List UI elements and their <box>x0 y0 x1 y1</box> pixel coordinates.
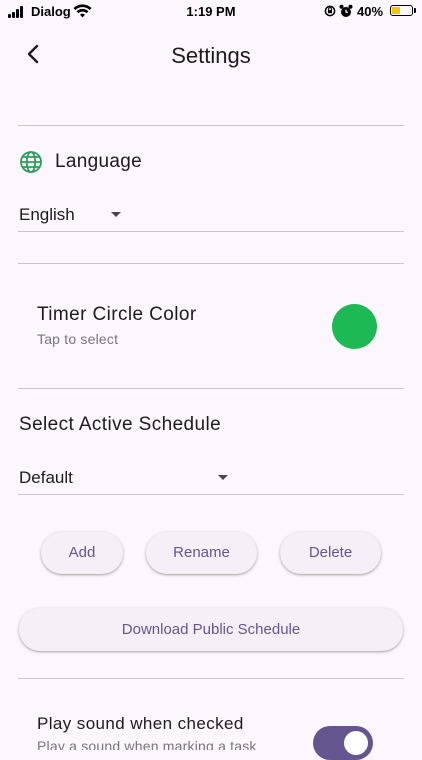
language-selected: English <box>19 205 75 224</box>
chevron-down-icon <box>111 212 121 217</box>
page-title: Settings <box>171 43 251 68</box>
schedule-title: Select Active Schedule <box>19 414 222 435</box>
delete-button[interactable]: Delete <box>280 532 381 574</box>
language-dropdown[interactable]: English <box>18 200 404 232</box>
globe-icon <box>20 151 42 173</box>
orientation-lock-icon <box>324 5 336 17</box>
divider <box>18 263 404 264</box>
sound-title: Play sound when checked <box>37 714 244 733</box>
battery-icon <box>390 5 413 16</box>
add-button[interactable]: Add <box>41 532 123 574</box>
status-bar: Dialog 1:19 PM 40% <box>0 0 422 24</box>
chevron-down-icon <box>218 475 228 480</box>
rename-button[interactable]: Rename <box>146 532 257 574</box>
timer-color-subtitle: Tap to select <box>37 331 119 347</box>
toggle-knob <box>344 731 368 755</box>
schedule-selected: Default <box>19 468 73 487</box>
sound-toggle[interactable] <box>313 726 373 760</box>
battery-cap <box>414 8 416 13</box>
download-schedule-button[interactable]: Download Public Schedule <box>19 608 403 651</box>
sound-subtitle: Play a sound when marking a task <box>37 738 257 750</box>
language-title: Language <box>55 151 142 172</box>
divider <box>18 388 404 389</box>
color-swatch[interactable] <box>332 304 377 349</box>
divider <box>18 125 404 126</box>
alarm-icon <box>339 4 353 17</box>
timer-color-title: Timer Circle Color <box>37 304 197 325</box>
divider <box>18 678 404 679</box>
battery-percent: 40% <box>357 4 384 19</box>
schedule-dropdown[interactable]: Default <box>18 463 404 495</box>
